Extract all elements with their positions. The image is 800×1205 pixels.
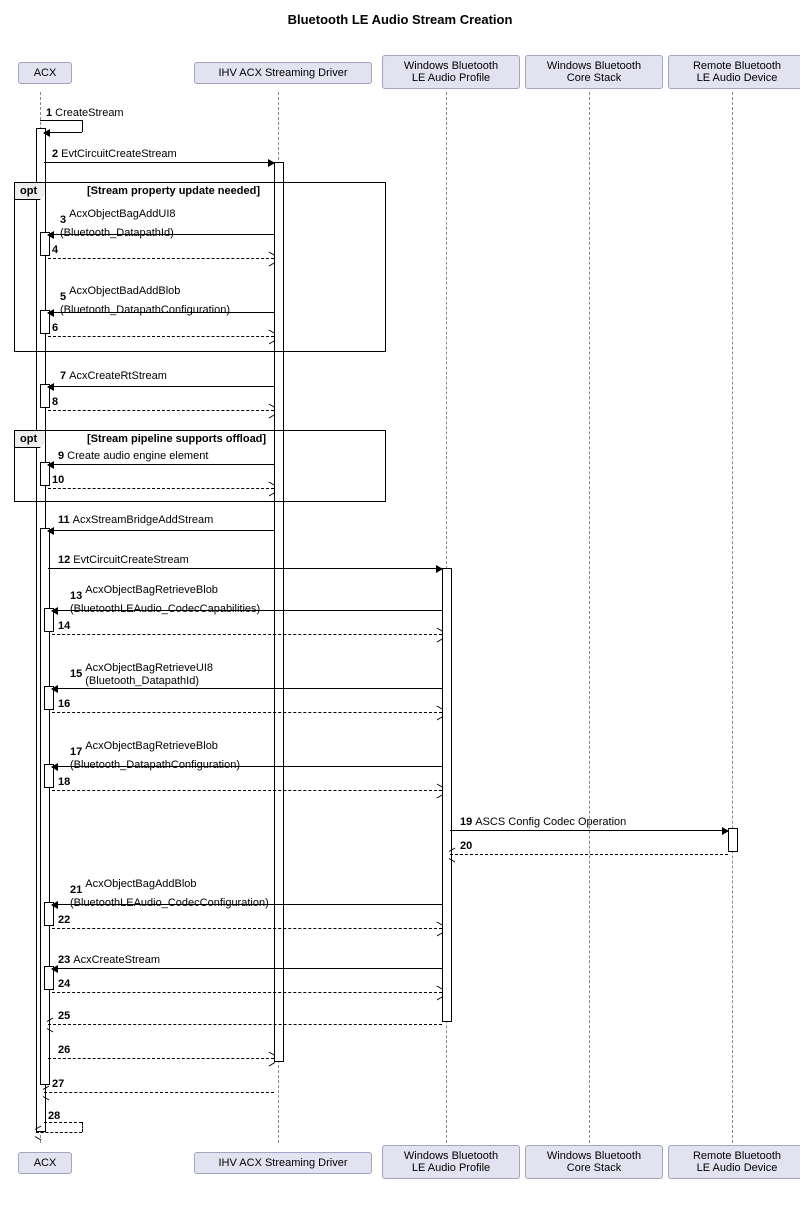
msg-24-line [52,992,442,993]
msg-23-line [52,968,442,969]
msg-13-line [52,610,442,611]
fragment-opt-2: opt [Stream pipeline supports offload] [14,430,386,502]
msg-6: 6 [52,322,61,334]
participant-acx-bot: ACX [18,1152,72,1174]
msg-1-line-v [82,120,83,132]
msg-28-v [82,1122,83,1132]
fragment-opt-2-guard: [Stream pipeline supports offload] [87,433,266,445]
msg-1-line [40,120,82,121]
activation-remote [728,828,738,852]
participant-ihv-bot: IHV ACX Streaming Driver [194,1152,372,1174]
msg-20-line [450,854,728,855]
msg-19-line [450,830,728,831]
msg-3-line [48,234,274,235]
msg-20: 20 [460,840,475,852]
participant-wba-bot: Windows Bluetooth LE Audio Profile [382,1145,520,1179]
msg-21-line [52,904,442,905]
msg-9: 9Create audio engine element [58,450,208,462]
participant-remote-top: Remote Bluetooth LE Audio Device [668,55,800,89]
msg-18: 18 [58,776,73,788]
msg-7: 7AcxCreateRtStream [60,370,167,382]
participant-core-bot: Windows Bluetooth Core Stack [525,1145,663,1179]
msg-2-line [44,162,274,163]
lifeline-core [589,92,590,1143]
msg-15-line [52,688,442,689]
msg-17-line [52,766,442,767]
msg-6-line [48,336,274,337]
msg-16: 16 [58,698,73,710]
msg-12-line [48,568,442,569]
msg-24: 24 [58,978,73,990]
lifeline-remote [732,92,733,1143]
msg-7-line [48,386,274,387]
msg-28-h1 [44,1122,82,1123]
msg-15: 15AcxObjectBagRetrieveUI8 (Bluetooth_Dat… [70,662,213,687]
msg-1-ret [44,132,82,133]
msg-16-line [52,712,442,713]
msg-9-line [48,464,274,465]
fragment-opt-2-label: opt [15,431,46,448]
msg-27: 27 [52,1078,67,1090]
msg-8: 8 [52,396,61,408]
msg-18-line [52,790,442,791]
msg-4: 4 [52,244,61,256]
msg-11-line [48,530,274,531]
msg-8-line [48,410,274,411]
msg-28: 28 [48,1110,63,1122]
participant-acx-top: ACX [18,62,72,84]
msg-14: 14 [58,620,73,632]
msg-10: 10 [52,474,67,486]
activation-wba [442,568,452,1022]
msg-12: 12EvtCircuitCreateStream [58,554,189,566]
diagram-title: Bluetooth LE Audio Stream Creation [0,0,800,39]
msg-25-line [48,1024,442,1025]
participant-ihv-top: IHV ACX Streaming Driver [194,62,372,84]
msg-26-line [48,1058,274,1059]
msg-11: 11AcxStreamBridgeAddStream [58,514,213,526]
participant-core-top: Windows Bluetooth Core Stack [525,55,663,89]
msg-19: 19ASCS Config Codec Operation [460,816,626,828]
msg-25: 25 [58,1010,73,1022]
participant-wba-top: Windows Bluetooth LE Audio Profile [382,55,520,89]
msg-22: 22 [58,914,73,926]
fragment-opt-1-label: opt [15,183,46,200]
msg-10-line [48,488,274,489]
msg-22-line [52,928,442,929]
msg-23: 23AcxCreateStream [58,954,160,966]
msg-26: 26 [58,1044,73,1056]
msg-27-line [44,1092,274,1093]
msg-28-ret [36,1132,82,1133]
fragment-opt-1-guard: [Stream property update needed] [87,185,260,197]
msg-5-line [48,312,274,313]
msg-1: 1CreateStream [46,107,124,119]
participant-remote-bot: Remote Bluetooth LE Audio Device [668,1145,800,1179]
msg-4-line [48,258,274,259]
msg-2: 2EvtCircuitCreateStream [52,148,177,160]
msg-14-line [52,634,442,635]
